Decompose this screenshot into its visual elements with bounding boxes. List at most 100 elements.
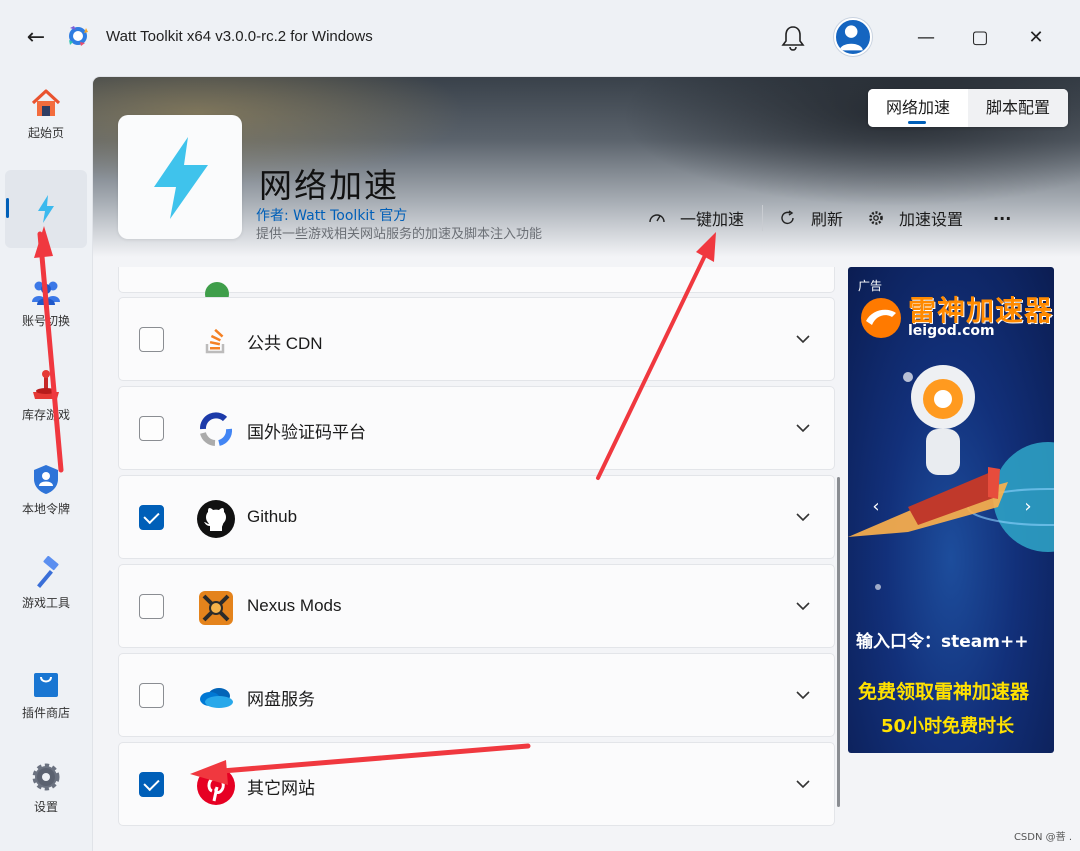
lightning-icon: [154, 137, 208, 219]
ad-code-line: 输入口令：steam++: [856, 632, 1029, 652]
settings-label: 加速设置: [899, 210, 964, 229]
service-label: 网盘服务: [247, 690, 315, 709]
chevron-down-icon[interactable]: [794, 597, 812, 615]
ad-prev-arrow[interactable]: ‹: [868, 497, 884, 517]
close-button[interactable]: ✕: [1022, 24, 1050, 52]
users-icon: [32, 281, 60, 305]
toolbar-divider: [762, 205, 764, 231]
service-checkbox[interactable]: [139, 505, 164, 530]
list-scrollbar[interactable]: [837, 477, 840, 807]
chevron-down-icon[interactable]: [794, 686, 812, 704]
recaptcha-icon: [200, 412, 233, 446]
list-item: [118, 267, 835, 306]
title-bar: ← Watt Toolkit x64 v3.0.0-rc.2 for Windo…: [0, 0, 1080, 76]
sidebar-item-game-tools[interactable]: 游戏工具: [5, 546, 87, 624]
accelerate-settings-button[interactable]: 加速设置: [867, 206, 963, 230]
sidebar-item-settings[interactable]: 设置: [5, 750, 87, 828]
sidebar-item-label: 游戏工具: [21, 596, 70, 610]
home-icon: [31, 89, 61, 116]
advertisement-banner[interactable]: 广告 雷神加速器 leigod.com ‹ › 输入口令：steam++ 免费领…: [848, 267, 1054, 753]
watermark: CSDN @菩 .: [1013, 832, 1072, 843]
sidebar-item-account-switch[interactable]: 账号切换: [5, 264, 87, 342]
refresh-icon: [781, 210, 794, 225]
ad-promo-line-1: 免费领取雷神加速器: [858, 681, 1030, 703]
list-item: 国外验证码平台: [118, 386, 835, 470]
ad-tag: 广告: [858, 279, 883, 293]
astronaut-rocket-illustration: [848, 365, 1054, 590]
plugin-author: 作者: Watt Toolkit 官方: [256, 208, 408, 224]
sidebar-item-label: 库存游戏: [21, 408, 70, 422]
chevron-down-icon[interactable]: [794, 330, 812, 348]
sidebar-item-local-token[interactable]: 本地令牌: [5, 452, 87, 530]
list-item: 网盘服务: [118, 653, 835, 737]
service-label: Nexus Mods: [247, 596, 342, 615]
gear-icon: [32, 763, 60, 791]
sidebar-item-label: 起始页: [27, 126, 64, 140]
back-button[interactable]: ←: [22, 24, 50, 52]
accelerate-label: 一键加速: [680, 210, 745, 229]
service-checkbox[interactable]: [139, 416, 164, 441]
plugin-description: 提供一些游戏相关网站服务的加速及脚本注入功能: [256, 227, 543, 242]
gear-icon: [869, 211, 883, 225]
service-label: Github: [247, 507, 298, 526]
stackoverflow-icon: [205, 328, 225, 354]
more-options-button[interactable]: ···: [993, 209, 1011, 228]
sidebar-item-game-library[interactable]: 库存游戏: [5, 358, 87, 436]
service-label: 公共 CDN: [247, 334, 323, 353]
user-avatar[interactable]: [834, 18, 872, 56]
shopping-bag-icon: [34, 673, 58, 697]
user-silhouette-icon: [839, 25, 863, 51]
page-title: 网络加速: [259, 166, 399, 205]
hammer-icon: [37, 556, 59, 588]
sidebar-item-label: 本地令牌: [21, 502, 70, 516]
notification-bell-icon[interactable]: [780, 24, 806, 52]
one-click-accelerate-button[interactable]: 一键加速: [648, 206, 744, 230]
active-indicator: [6, 198, 9, 218]
ad-next-arrow[interactable]: ›: [1020, 497, 1036, 517]
sidebar-item-label: 账号切换: [21, 314, 70, 328]
service-checkbox[interactable]: [139, 327, 164, 352]
tab-script-config[interactable]: 脚本配置: [968, 89, 1068, 127]
plugin-icon-card: [118, 115, 242, 239]
refresh-label: 刷新: [811, 210, 844, 229]
ad-promo-line-2: 50小时免费时长: [881, 716, 1015, 737]
lightning-icon: [38, 195, 54, 223]
sidebar: 起始页 账号切换 库存游戏 本地令牌 游戏工具 插件商店 设置: [0, 76, 92, 851]
service-checkbox[interactable]: [139, 772, 164, 797]
refresh-button[interactable]: 刷新: [779, 206, 843, 230]
sidebar-item-label: 设置: [33, 800, 58, 814]
action-toolbar: 一键加速 刷新 加速设置 ···: [648, 203, 1011, 233]
sidebar-item-plugin-store[interactable]: 插件商店: [5, 656, 87, 734]
tab-bar: 网络加速 脚本配置: [868, 89, 1068, 127]
github-icon: [197, 500, 235, 538]
chevron-down-icon[interactable]: [794, 775, 812, 793]
service-label: 其它网站: [247, 779, 315, 798]
list-item: 其它网站: [118, 742, 835, 826]
speedometer-icon: [649, 214, 665, 223]
watt-toolkit-logo-icon: [69, 26, 88, 46]
pinterest-icon: [197, 767, 235, 805]
list-item: Github: [118, 475, 835, 559]
maximize-button[interactable]: ▢: [966, 24, 994, 52]
ad-domain: leigod.com: [908, 323, 995, 339]
main-content: 网络加速 脚本配置 网络加速 作者: Watt Toolkit 官方 提供一些游…: [92, 76, 1080, 851]
window-title: Watt Toolkit x64 v3.0.0-rc.2 for Windows: [106, 28, 373, 45]
chevron-down-icon[interactable]: [794, 508, 812, 526]
service-checkbox[interactable]: [139, 683, 164, 708]
leigod-logo-icon: [861, 298, 901, 338]
sidebar-item-home[interactable]: 起始页: [5, 76, 87, 154]
sidebar-item-acceleration[interactable]: [5, 170, 87, 248]
sidebar-item-label: 插件商店: [21, 706, 70, 720]
chevron-down-icon[interactable]: [794, 419, 812, 437]
joystick-icon: [33, 370, 59, 399]
nexus-mods-icon: [199, 591, 233, 625]
shield-user-icon: [34, 465, 58, 494]
list-item: 公共 CDN: [118, 297, 835, 381]
onedrive-icon: [200, 688, 233, 708]
minimize-button[interactable]: —: [912, 24, 940, 52]
service-list: 公共 CDN 国外验证码平台 Github Nexus Mods 网盘服务 其它…: [118, 267, 836, 851]
tab-network-acceleration[interactable]: 网络加速: [868, 89, 968, 127]
list-item: Nexus Mods: [118, 564, 835, 648]
service-label: 国外验证码平台: [247, 423, 366, 442]
service-checkbox[interactable]: [139, 594, 164, 619]
